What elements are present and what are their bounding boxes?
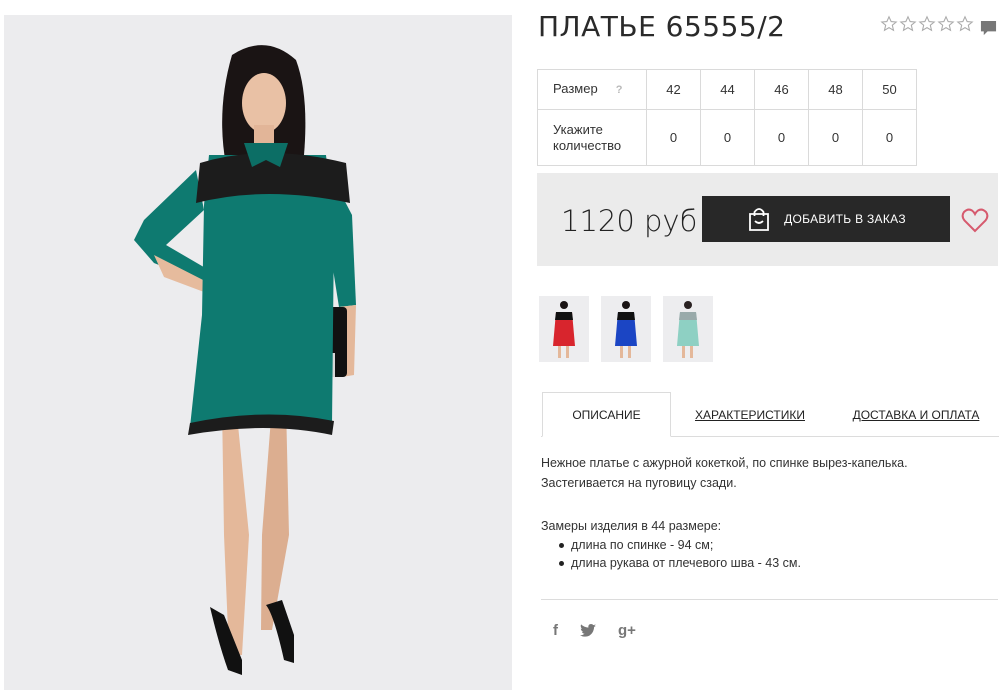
social-share: f g+ — [553, 622, 636, 639]
quantity-input[interactable]: 0 — [646, 109, 701, 166]
quantity-input[interactable]: 0 — [700, 109, 755, 166]
measures-title: Замеры изделия в 44 размере: — [541, 519, 722, 533]
description-line: Застегивается на пуговицу сзади. — [541, 476, 737, 490]
rating-stars[interactable] — [880, 15, 974, 33]
description-line: Нежное платье с ажурной кокеткой, по спи… — [541, 456, 908, 470]
quantity-row: Укажите количество 0 0 0 0 0 — [537, 109, 917, 166]
dress-thumbnail-mint[interactable] — [663, 296, 713, 362]
tab-characteristics[interactable]: ХАРАКТЕРИСТИКИ — [692, 392, 808, 437]
size-cell[interactable]: 46 — [754, 69, 809, 110]
size-row: Размер? 42 44 46 48 50 — [537, 69, 917, 110]
measures-list: длина по спинке - 94 см; длина рукава от… — [541, 536, 801, 572]
size-row-label: Размер? — [537, 69, 647, 110]
add-to-order-button[interactable]: ДОБАВИТЬ В ЗАКАЗ — [702, 196, 950, 242]
product-price: 1120 руб — [561, 204, 698, 238]
quantity-input[interactable]: 0 — [808, 109, 863, 166]
star-icon[interactable] — [918, 15, 936, 33]
dress-photo-illustration — [4, 15, 512, 690]
quantity-input[interactable]: 0 — [862, 109, 917, 166]
size-cell[interactable]: 42 — [646, 69, 701, 110]
star-icon[interactable] — [956, 15, 974, 33]
product-description: Нежное платье с ажурной кокеткой, по спи… — [541, 453, 981, 493]
size-cell[interactable]: 50 — [862, 69, 917, 110]
dress-thumbnail-blue[interactable] — [601, 296, 651, 362]
size-cell[interactable]: 48 — [808, 69, 863, 110]
star-icon[interactable] — [937, 15, 955, 33]
product-main-image[interactable] — [4, 15, 512, 690]
googleplus-icon[interactable]: g+ — [618, 622, 636, 639]
tab-description[interactable]: ОПИСАНИЕ — [542, 392, 671, 437]
quantity-input[interactable]: 0 — [754, 109, 809, 166]
price-panel: 1120 руб ДОБАВИТЬ В ЗАКАЗ — [537, 173, 998, 266]
size-label-text: Размер — [553, 81, 598, 96]
measurements-block: Замеры изделия в 44 размере: длина по сп… — [541, 516, 801, 572]
product-title: ПЛАТЬЕ 65555/2 — [538, 10, 786, 43]
star-icon[interactable] — [899, 15, 917, 33]
measure-item: длина рукава от плечевого шва - 43 см. — [556, 554, 801, 572]
size-cell[interactable]: 44 — [700, 69, 755, 110]
twitter-icon[interactable] — [580, 623, 596, 638]
facebook-icon[interactable]: f — [553, 622, 558, 639]
heart-icon[interactable] — [961, 207, 989, 233]
measure-item: длина по спинке - 94 см; — [556, 536, 801, 554]
quantity-row-label: Укажите количество — [537, 109, 647, 166]
dress-thumbnail-red[interactable] — [539, 296, 589, 362]
comment-icon[interactable] — [980, 20, 997, 37]
tab-delivery-payment[interactable]: ДОСТАВКА И ОПЛАТА — [852, 392, 980, 437]
color-thumbnails — [539, 296, 713, 362]
section-divider — [541, 599, 998, 600]
add-to-order-label: ДОБАВИТЬ В ЗАКАЗ — [784, 212, 906, 226]
shopping-bag-icon — [749, 208, 770, 231]
size-help-icon[interactable]: ? — [616, 84, 623, 96]
size-table: Размер? 42 44 46 48 50 Укажите количеств… — [537, 69, 917, 166]
star-icon[interactable] — [880, 15, 898, 33]
